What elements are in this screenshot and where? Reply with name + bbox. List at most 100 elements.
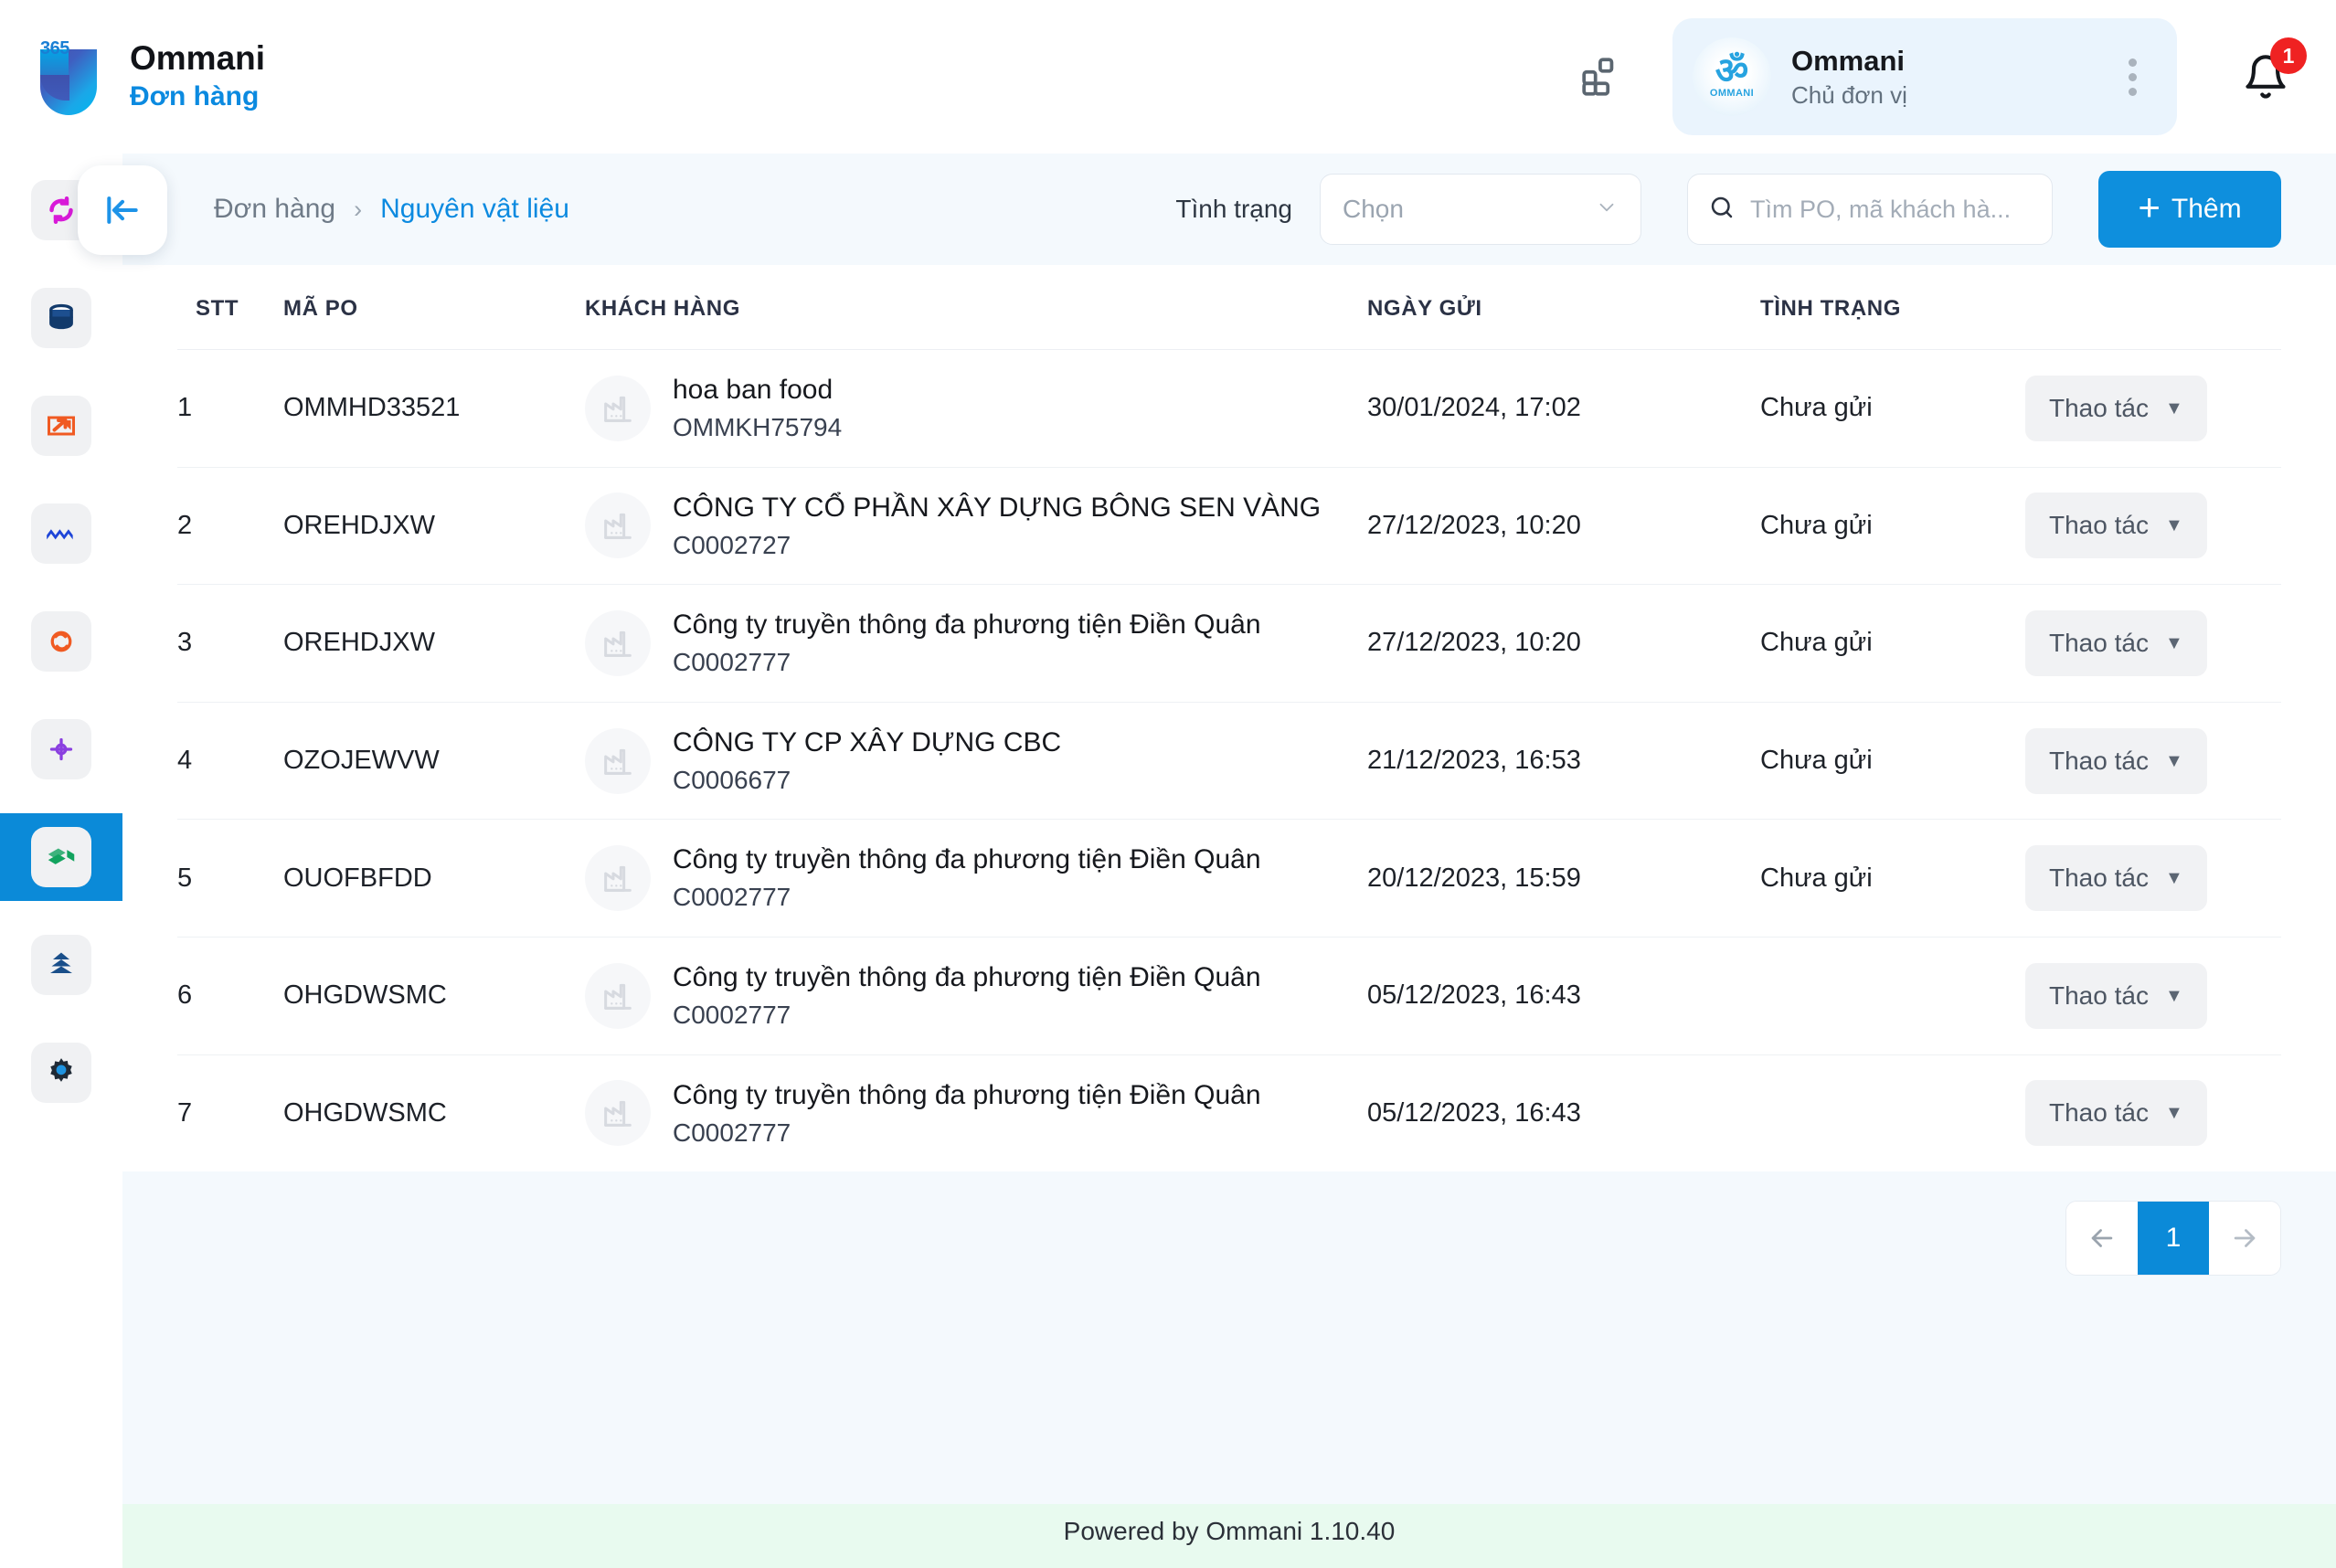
factory-icon [585, 845, 651, 911]
plus-icon: + [2138, 188, 2161, 227]
app-grid-icon[interactable] [1568, 43, 1636, 111]
cell-date: 20/12/2023, 15:59 [1367, 820, 1760, 938]
notification-count-badge: 1 [2270, 37, 2307, 74]
chevron-down-icon: ▼ [2165, 516, 2183, 535]
table-row[interactable]: 7OHGDWSMCCông ty truyền thông đa phương … [177, 1054, 2281, 1171]
brand[interactable]: 365 Ommani Đơn hàng [35, 35, 265, 119]
customer-name: CÔNG TY CP XÂY DỰNG CBC [673, 726, 1061, 759]
pagination-next-button[interactable] [2209, 1202, 2280, 1275]
search-box[interactable] [1687, 174, 2053, 245]
status-badge [1760, 937, 2025, 1054]
cell-customer: Công ty truyền thông đa phương tiện Điền… [585, 585, 1367, 703]
status-filter-select[interactable]: Chọn [1320, 174, 1641, 245]
customer-name: Công ty truyền thông đa phương tiện Điền… [673, 961, 1261, 994]
cell-date: 30/01/2024, 17:02 [1367, 350, 1760, 468]
customer-code: C0002727 [673, 530, 1321, 561]
action-label: Thao tác [2049, 629, 2149, 658]
sidebar-item-settings[interactable] [0, 1029, 122, 1117]
factory-icon [585, 728, 651, 794]
action-dropdown-button[interactable]: Thao tác ▼ [2025, 963, 2207, 1029]
footer-text: Powered by Ommani 1.10.40 [1064, 1517, 1396, 1546]
cell-po-code: OHGDWSMC [283, 1054, 585, 1171]
cell-actions: Thao tác▼ [2025, 702, 2281, 820]
status-badge: Chưa gửi [1760, 820, 2025, 938]
sidebar-item-orders[interactable] [0, 813, 122, 901]
pagination-zone: 1 [122, 1171, 2336, 1504]
add-button[interactable]: + Thêm [2098, 171, 2281, 248]
cell-actions: Thao tác▼ [2025, 585, 2281, 703]
sidebar-item-tree[interactable] [0, 921, 122, 1009]
app-root: 365 Ommani Đơn hàng ॐ OMMANI Ommani [0, 0, 2336, 1568]
sidebar-item-database[interactable] [0, 274, 122, 362]
table-row[interactable]: 2OREHDJXWCÔNG TY CỔ PHẦN XÂY DỰNG BÔNG S… [177, 467, 2281, 585]
cell-customer: Công ty truyền thông đa phương tiện Điền… [585, 1054, 1367, 1171]
sidebar-item-export[interactable] [0, 382, 122, 470]
action-dropdown-button[interactable]: Thao tác▼ [2025, 728, 2207, 794]
customer-code: OMMKH75794 [673, 412, 842, 443]
action-label: Thao tác [2049, 863, 2149, 893]
avatar: ॐ OMMANI [1693, 37, 1771, 116]
action-label: Thao tác [2049, 981, 2149, 1011]
pagination-page-1[interactable]: 1 [2138, 1202, 2209, 1275]
action-dropdown-button[interactable]: Thao tác▼ [2025, 845, 2207, 911]
arrow-left-icon [2086, 1223, 2118, 1254]
top-header: 365 Ommani Đơn hàng ॐ OMMANI Ommani [0, 0, 2336, 154]
table-row[interactable]: 6OHGDWSMCCông ty truyền thông đa phương … [177, 937, 2281, 1054]
notifications-button[interactable]: 1 [2232, 43, 2299, 111]
cell-customer: Công ty truyền thông đa phương tiện Điền… [585, 937, 1367, 1054]
column-header-stt: STT [177, 265, 283, 350]
action-dropdown-button[interactable]: Thao tác▼ [2025, 493, 2207, 558]
cell-po-code: OMMHD33521 [283, 350, 585, 468]
action-label: Thao tác [2049, 1098, 2149, 1128]
search-input[interactable] [1750, 196, 2032, 224]
customer-name: Công ty truyền thông đa phương tiện Điền… [673, 843, 1261, 876]
kebab-menu-icon[interactable] [2111, 51, 2153, 102]
status-badge: Chưa gửi [1760, 585, 2025, 703]
column-header-actions [2025, 265, 2281, 350]
arrow-box-icon [31, 396, 91, 456]
sidebar-item-loop[interactable] [0, 598, 122, 685]
search-icon [1708, 194, 1736, 226]
sidebar-item-link[interactable] [0, 705, 122, 793]
tree-stack-icon [31, 935, 91, 995]
customer-code: C0002777 [673, 1118, 1261, 1149]
action-dropdown-button[interactable]: Thao tác▼ [2025, 376, 2207, 441]
pagination-prev-button[interactable] [2066, 1202, 2138, 1275]
cell-stt: 1 [177, 350, 283, 468]
factory-icon [585, 493, 651, 558]
org-name: Ommani [1791, 46, 2091, 77]
action-dropdown-button[interactable]: Thao tác▼ [2025, 610, 2207, 676]
cell-stt: 3 [177, 585, 283, 703]
column-header-date: NGÀY GỬI [1367, 265, 1760, 350]
cell-stt: 2 [177, 467, 283, 585]
cell-date: 05/12/2023, 16:43 [1367, 1054, 1760, 1171]
cell-po-code: OREHDJXW [283, 467, 585, 585]
customer-name: Công ty truyền thông đa phương tiện Điền… [673, 609, 1261, 641]
main-content: Đơn hàng › Nguyên vật liệu Tình trạng Ch… [122, 154, 2336, 1568]
sidebar-item-analytics[interactable] [0, 490, 122, 577]
cell-customer: CÔNG TY CỔ PHẦN XÂY DỰNG BÔNG SEN VÀNGC0… [585, 467, 1367, 585]
brand-text: Ommani Đơn hàng [130, 40, 265, 112]
table-row[interactable]: 5OUOFBFDDCông ty truyền thông đa phương … [177, 820, 2281, 938]
cell-date: 27/12/2023, 10:20 [1367, 467, 1760, 585]
brand-title: Ommani [130, 40, 265, 78]
chevron-down-icon: ▼ [2165, 399, 2183, 418]
breadcrumb-item-materials[interactable]: Nguyên vật liệu [380, 194, 569, 225]
breadcrumb-item-orders[interactable]: Đơn hàng [214, 194, 335, 225]
column-header-status: TÌNH TRẠNG [1760, 265, 2025, 350]
column-header-po: MÃ PO [283, 265, 585, 350]
column-header-customer: KHÁCH HÀNG [585, 265, 1367, 350]
chevron-down-icon: ▼ [2165, 987, 2183, 1005]
layers-green-icon [31, 827, 91, 887]
action-dropdown-button[interactable]: Thao tác▼ [2025, 1080, 2207, 1146]
table-row[interactable]: 3OREHDJXWCông ty truyền thông đa phương … [177, 585, 2281, 703]
customer-code: C0006677 [673, 765, 1061, 796]
table-row[interactable]: 4OZOJEWVWCÔNG TY CP XÂY DỰNG CBCC0006677… [177, 702, 2281, 820]
org-switcher[interactable]: ॐ OMMANI Ommani Chủ đơn vị [1672, 18, 2177, 135]
status-filter-value: Chọn [1343, 195, 1595, 224]
database-icon [31, 288, 91, 348]
collapse-sidebar-icon[interactable] [78, 165, 167, 255]
table-row[interactable]: 1OMMHD33521hoa ban foodOMMKH7579430/01/2… [177, 350, 2281, 468]
ommani-365-logo-icon: 365 [35, 35, 106, 119]
customer-name: Công ty truyền thông đa phương tiện Điền… [673, 1079, 1261, 1112]
